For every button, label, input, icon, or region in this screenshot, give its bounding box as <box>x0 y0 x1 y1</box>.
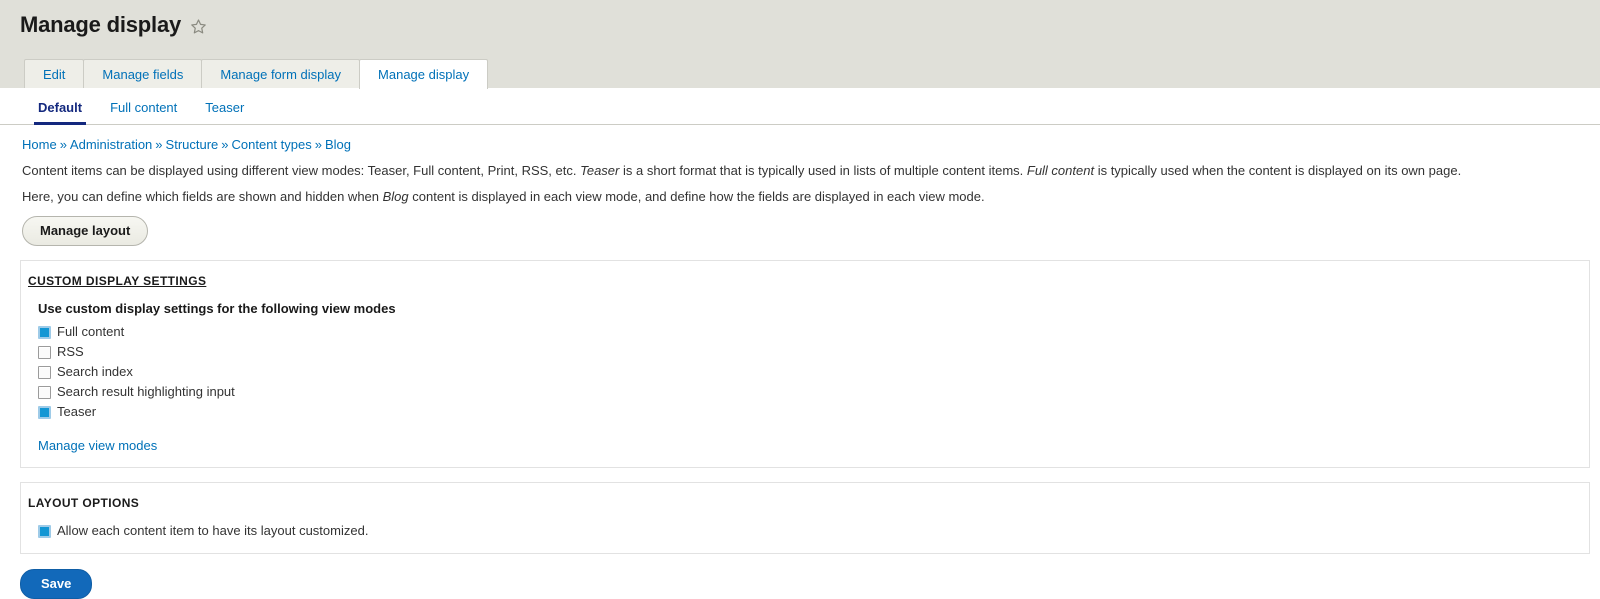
desc-em-teaser: Teaser <box>580 163 620 178</box>
view-modes-field-label: Use custom display settings for the foll… <box>38 301 396 316</box>
main-content: Home» Administration» Structure» Content ty… <box>0 125 1600 599</box>
description-paragraph-1: Content items can be displayed using dif… <box>0 153 1600 179</box>
breadcrumb: Home» Administration» Structure» Content ty… <box>0 125 1600 153</box>
manage-view-modes-row: Manage view modes <box>38 424 1589 453</box>
breadcrumb-item-administration[interactable]: Administration <box>70 137 152 152</box>
desc-text-2b: content is displayed in each view mode, … <box>408 189 985 204</box>
page-header: Manage display Edit Manage fields Manage… <box>0 0 1600 89</box>
checkbox-label-search-index[interactable]: Search index <box>57 364 133 380</box>
desc-em-full-content: Full content <box>1026 163 1095 178</box>
desc-em-blog: Blog <box>382 189 409 204</box>
subtab-teaser[interactable]: Teaser <box>191 100 258 124</box>
layout-options-panel: LAYOUT OPTIONS Allow each content item t… <box>20 482 1590 554</box>
subtab-default[interactable]: Default <box>24 100 96 125</box>
desc-text-2a: Here, you can define which fields are sh… <box>22 189 383 204</box>
breadcrumb-item-content-types[interactable]: Content types <box>232 137 312 152</box>
tab-manage-form-display[interactable]: Manage form display <box>201 59 361 88</box>
layout-options-body: Allow each content item to have its layo… <box>21 510 1589 553</box>
checkbox-row-teaser[interactable]: Teaser <box>38 404 1589 420</box>
checkbox-row-allow-layout-customization[interactable]: Allow each content item to have its layo… <box>38 523 1589 539</box>
checkbox-row-search-index[interactable]: Search index <box>38 364 1589 380</box>
checkbox-label-rss[interactable]: RSS <box>57 344 84 360</box>
checkbox-label-search-result-highlighting-input[interactable]: Search result highlighting input <box>57 384 235 400</box>
desc-text-1b: is a short format that is typically used… <box>619 163 1027 178</box>
breadcrumb-separator: » <box>59 137 67 152</box>
checkbox-search-index[interactable] <box>38 365 51 379</box>
subtab-full-content[interactable]: Full content <box>96 100 191 124</box>
custom-display-settings-body: Use custom display settings for the foll… <box>21 288 1589 467</box>
layout-options-title: LAYOUT OPTIONS <box>28 496 140 510</box>
breadcrumb-item-blog[interactable]: Blog <box>325 137 351 152</box>
desc-text-1a: Content items can be displayed using dif… <box>22 163 581 178</box>
breadcrumb-separator: » <box>221 137 229 152</box>
tab-manage-display[interactable]: Manage display <box>359 59 489 89</box>
checkbox-search-result-highlighting-input[interactable] <box>38 385 51 399</box>
checkbox-row-full-content[interactable]: Full content <box>38 324 1589 340</box>
desc-text-1c: is typically used when the content is di… <box>1094 163 1462 178</box>
checkbox-row-search-result-highlighting-input[interactable]: Search result highlighting input <box>38 384 1589 400</box>
custom-display-settings-panel: CUSTOM DISPLAY SETTINGS Use custom displ… <box>20 260 1590 468</box>
custom-display-settings-title: CUSTOM DISPLAY SETTINGS <box>28 274 207 288</box>
page-title-row: Manage display <box>0 0 1600 38</box>
secondary-tab-bar: Default Full content Teaser <box>0 88 1600 125</box>
checkbox-rss[interactable] <box>38 345 51 359</box>
checkbox-full-content[interactable] <box>38 325 51 339</box>
breadcrumb-separator: » <box>314 137 322 152</box>
checkbox-label-allow-layout-customization[interactable]: Allow each content item to have its layo… <box>57 523 368 539</box>
description-paragraph-2: Here, you can define which fields are sh… <box>0 179 1600 205</box>
manage-view-modes-link[interactable]: Manage view modes <box>38 438 157 453</box>
tab-edit[interactable]: Edit <box>24 59 85 88</box>
checkbox-row-rss[interactable]: RSS <box>38 344 1589 360</box>
page-title: Manage display <box>20 12 182 37</box>
star-outline-icon[interactable] <box>190 18 207 35</box>
tab-manage-fields[interactable]: Manage fields <box>83 59 203 88</box>
primary-tab-bar: Edit Manage fields Manage form display M… <box>24 59 489 89</box>
manage-layout-button-wrap: Manage layout <box>0 205 1600 246</box>
form-actions: Save <box>0 554 1600 599</box>
breadcrumb-separator: » <box>155 137 163 152</box>
checkbox-label-full-content[interactable]: Full content <box>57 324 124 340</box>
breadcrumb-item-home[interactable]: Home <box>22 137 57 152</box>
manage-layout-button[interactable]: Manage layout <box>22 216 149 246</box>
checkbox-allow-layout-customization[interactable] <box>38 524 51 538</box>
checkbox-teaser[interactable] <box>38 405 51 419</box>
checkbox-label-teaser[interactable]: Teaser <box>57 404 96 420</box>
breadcrumb-item-structure[interactable]: Structure <box>166 137 219 152</box>
